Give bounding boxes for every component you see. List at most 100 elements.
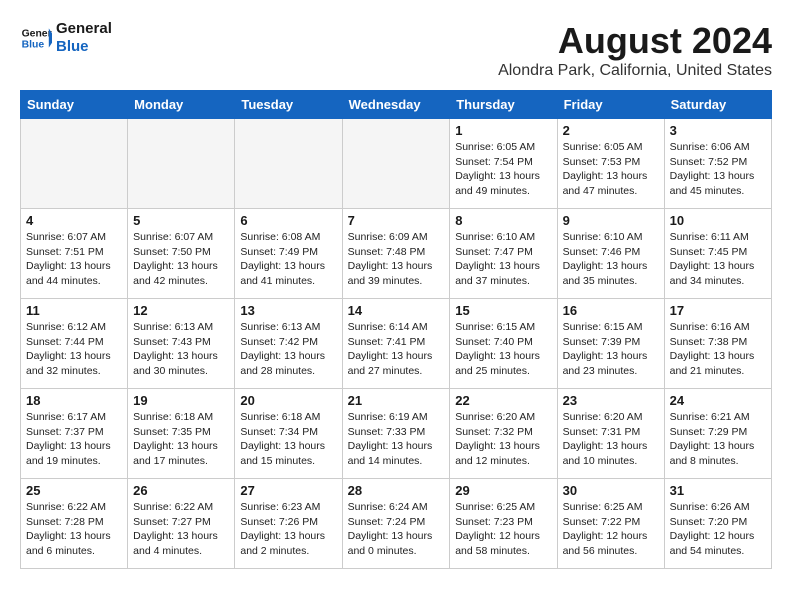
- week-row: 18 Sunrise: 6:17 AM Sunset: 7:37 PM Dayli…: [21, 389, 772, 479]
- calendar-cell: 25 Sunrise: 6:22 AM Sunset: 7:28 PM Dayli…: [21, 479, 128, 569]
- calendar-cell: 23 Sunrise: 6:20 AM Sunset: 7:31 PM Dayli…: [557, 389, 664, 479]
- calendar-cell: 16 Sunrise: 6:15 AM Sunset: 7:39 PM Dayli…: [557, 299, 664, 389]
- cell-info-text: Sunrise: 6:26 AM Sunset: 7:20 PM Dayligh…: [670, 500, 766, 559]
- title-area: August 2024 Alondra Park, California, Un…: [498, 20, 772, 80]
- weekday-header: Tuesday: [235, 91, 342, 119]
- cell-day-number: 31: [670, 483, 766, 498]
- calendar-cell: 30 Sunrise: 6:25 AM Sunset: 7:22 PM Dayli…: [557, 479, 664, 569]
- cell-info-text: Sunrise: 6:18 AM Sunset: 7:35 PM Dayligh…: [133, 410, 229, 469]
- cell-day-number: 10: [670, 213, 766, 228]
- calendar-cell: 17 Sunrise: 6:16 AM Sunset: 7:38 PM Dayli…: [664, 299, 771, 389]
- cell-info-text: Sunrise: 6:07 AM Sunset: 7:51 PM Dayligh…: [26, 230, 122, 289]
- cell-day-number: 28: [348, 483, 445, 498]
- calendar-cell: 6 Sunrise: 6:08 AM Sunset: 7:49 PM Daylig…: [235, 209, 342, 299]
- calendar-cell: 27 Sunrise: 6:23 AM Sunset: 7:26 PM Dayli…: [235, 479, 342, 569]
- cell-day-number: 20: [240, 393, 336, 408]
- weekday-header: Friday: [557, 91, 664, 119]
- calendar-cell: 13Sunrise: 6:13 AM Sunset: 7:42 PM Dayli…: [235, 299, 342, 389]
- cell-day-number: 23: [563, 393, 659, 408]
- cell-day-number: 30: [563, 483, 659, 498]
- cell-info-text: Sunrise: 6:15 AM Sunset: 7:40 PM Dayligh…: [455, 320, 551, 379]
- cell-info-text: Sunrise: 6:15 AM Sunset: 7:39 PM Dayligh…: [563, 320, 659, 379]
- cell-day-number: 29: [455, 483, 551, 498]
- cell-info-text: Sunrise: 6:13 AM Sunset: 7:42 PM Dayligh…: [240, 320, 336, 379]
- calendar-cell: 18 Sunrise: 6:17 AM Sunset: 7:37 PM Dayli…: [21, 389, 128, 479]
- header: General Blue General Blue August 2024 Al…: [20, 20, 772, 80]
- weekday-header: Sunday: [21, 91, 128, 119]
- cell-info-text: Sunrise: 6:08 AM Sunset: 7:49 PM Dayligh…: [240, 230, 336, 289]
- cell-info-text: Sunrise: 6:22 AM Sunset: 7:27 PM Dayligh…: [133, 500, 229, 559]
- cell-info-text: Sunrise: 6:20 AM Sunset: 7:31 PM Dayligh…: [563, 410, 659, 469]
- calendar-cell: [128, 119, 235, 209]
- cell-info-text: Sunrise: 6:16 AM Sunset: 7:38 PM Dayligh…: [670, 320, 766, 379]
- svg-text:General: General: [22, 28, 52, 39]
- cell-day-number: 2: [563, 123, 659, 138]
- cell-info-text: Sunrise: 6:17 AM Sunset: 7:37 PM Dayligh…: [26, 410, 122, 469]
- cell-info-text: Sunrise: 6:22 AM Sunset: 7:28 PM Dayligh…: [26, 500, 122, 559]
- calendar-cell: 5 Sunrise: 6:07 AM Sunset: 7:50 PM Daylig…: [128, 209, 235, 299]
- cell-day-number: 9: [563, 213, 659, 228]
- calendar-cell: 11 Sunrise: 6:12 AM Sunset: 7:44 PM Dayli…: [21, 299, 128, 389]
- week-row: 25 Sunrise: 6:22 AM Sunset: 7:28 PM Dayli…: [21, 479, 772, 569]
- logo: General Blue General Blue: [20, 20, 112, 56]
- logo-text-line2: Blue: [56, 38, 112, 56]
- cell-info-text: Sunrise: 6:21 AM Sunset: 7:29 PM Dayligh…: [670, 410, 766, 469]
- calendar-cell: 9Sunrise: 6:10 AM Sunset: 7:46 PM Daylig…: [557, 209, 664, 299]
- calendar-cell: 28 Sunrise: 6:24 AM Sunset: 7:24 PM Dayli…: [342, 479, 450, 569]
- cell-day-number: 27: [240, 483, 336, 498]
- calendar-cell: 22 Sunrise: 6:20 AM Sunset: 7:32 PM Dayli…: [450, 389, 557, 479]
- cell-info-text: Sunrise: 6:13 AM Sunset: 7:43 PM Dayligh…: [133, 320, 229, 379]
- calendar-cell: 21 Sunrise: 6:19 AM Sunset: 7:33 PM Dayli…: [342, 389, 450, 479]
- cell-day-number: 24: [670, 393, 766, 408]
- calendar-cell: 26 Sunrise: 6:22 AM Sunset: 7:27 PM Dayli…: [128, 479, 235, 569]
- cell-day-number: 19: [133, 393, 229, 408]
- cell-day-number: 17: [670, 303, 766, 318]
- week-row: 11 Sunrise: 6:12 AM Sunset: 7:44 PM Dayli…: [21, 299, 772, 389]
- cell-day-number: 25: [26, 483, 122, 498]
- cell-info-text: Sunrise: 6:14 AM Sunset: 7:41 PM Dayligh…: [348, 320, 445, 379]
- cell-day-number: 15: [455, 303, 551, 318]
- weekday-header: Saturday: [664, 91, 771, 119]
- weekday-header: Wednesday: [342, 91, 450, 119]
- calendar-cell: [342, 119, 450, 209]
- cell-day-number: 1: [455, 123, 551, 138]
- logo-text-line1: General: [56, 20, 112, 38]
- calendar-cell: 15 Sunrise: 6:15 AM Sunset: 7:40 PM Dayli…: [450, 299, 557, 389]
- calendar-cell: 1Sunrise: 6:05 AM Sunset: 7:54 PM Daylig…: [450, 119, 557, 209]
- calendar-cell: 19 Sunrise: 6:18 AM Sunset: 7:35 PM Dayli…: [128, 389, 235, 479]
- calendar-cell: 4 Sunrise: 6:07 AM Sunset: 7:51 PM Daylig…: [21, 209, 128, 299]
- cell-info-text: Sunrise: 6:05 AM Sunset: 7:53 PM Dayligh…: [563, 140, 659, 199]
- cell-info-text: Sunrise: 6:12 AM Sunset: 7:44 PM Dayligh…: [26, 320, 122, 379]
- cell-day-number: 4: [26, 213, 122, 228]
- cell-info-text: Sunrise: 6:07 AM Sunset: 7:50 PM Dayligh…: [133, 230, 229, 289]
- cell-day-number: 5: [133, 213, 229, 228]
- calendar-cell: [235, 119, 342, 209]
- cell-day-number: 8: [455, 213, 551, 228]
- weekday-header: Monday: [128, 91, 235, 119]
- calendar-cell: 12Sunrise: 6:13 AM Sunset: 7:43 PM Dayli…: [128, 299, 235, 389]
- cell-day-number: 16: [563, 303, 659, 318]
- cell-info-text: Sunrise: 6:11 AM Sunset: 7:45 PM Dayligh…: [670, 230, 766, 289]
- cell-info-text: Sunrise: 6:19 AM Sunset: 7:33 PM Dayligh…: [348, 410, 445, 469]
- cell-day-number: 26: [133, 483, 229, 498]
- cell-day-number: 21: [348, 393, 445, 408]
- cell-info-text: Sunrise: 6:25 AM Sunset: 7:22 PM Dayligh…: [563, 500, 659, 559]
- cell-day-number: 6: [240, 213, 336, 228]
- calendar-cell: 2 Sunrise: 6:05 AM Sunset: 7:53 PM Daylig…: [557, 119, 664, 209]
- calendar-cell: [21, 119, 128, 209]
- calendar-cell: 10 Sunrise: 6:11 AM Sunset: 7:45 PM Dayli…: [664, 209, 771, 299]
- calendar-cell: 20Sunrise: 6:18 AM Sunset: 7:34 PM Dayli…: [235, 389, 342, 479]
- week-row: 1Sunrise: 6:05 AM Sunset: 7:54 PM Daylig…: [21, 119, 772, 209]
- location-title: Alondra Park, California, United States: [498, 62, 772, 80]
- cell-info-text: Sunrise: 6:24 AM Sunset: 7:24 PM Dayligh…: [348, 500, 445, 559]
- calendar-cell: 14Sunrise: 6:14 AM Sunset: 7:41 PM Dayli…: [342, 299, 450, 389]
- weekday-header: Thursday: [450, 91, 557, 119]
- week-row: 4 Sunrise: 6:07 AM Sunset: 7:51 PM Daylig…: [21, 209, 772, 299]
- cell-day-number: 22: [455, 393, 551, 408]
- cell-info-text: Sunrise: 6:23 AM Sunset: 7:26 PM Dayligh…: [240, 500, 336, 559]
- cell-day-number: 11: [26, 303, 122, 318]
- cell-day-number: 18: [26, 393, 122, 408]
- cell-info-text: Sunrise: 6:20 AM Sunset: 7:32 PM Dayligh…: [455, 410, 551, 469]
- svg-text:Blue: Blue: [22, 40, 45, 51]
- calendar-cell: 7Sunrise: 6:09 AM Sunset: 7:48 PM Daylig…: [342, 209, 450, 299]
